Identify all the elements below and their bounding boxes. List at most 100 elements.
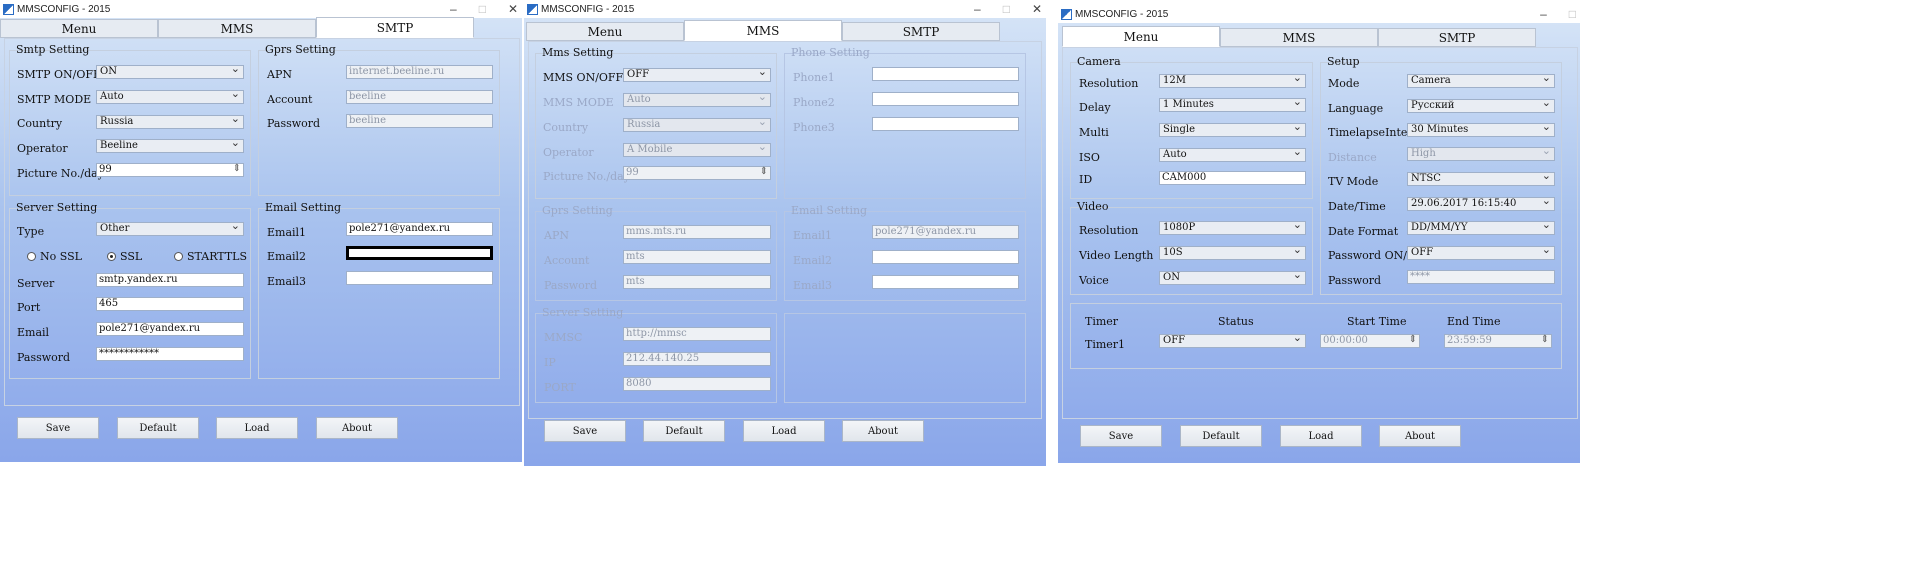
mms-mode-select[interactable]: Auto [623,93,771,107]
default-button[interactable]: Default [1180,425,1262,447]
mode-select[interactable]: Camera [1407,74,1555,88]
password-field[interactable]: ************ [96,347,244,361]
load-button[interactable]: Load [1280,425,1362,447]
email1-field[interactable]: pole271@yandex.ru [346,222,493,236]
about-button[interactable]: About [316,417,398,439]
delay-select[interactable]: 1 Minutes [1159,98,1306,112]
maximize-icon[interactable]: □ [479,2,486,16]
account-field[interactable]: beeline [346,90,493,104]
apn-field[interactable]: internet.beeline.ru [346,65,493,79]
timer1-start-stepper[interactable]: 00:00:00 [1320,334,1420,348]
picture-stepper[interactable]: 99 [96,163,244,177]
group-title: Gprs Setting [265,43,336,56]
tab-mms[interactable]: MMS [684,20,842,41]
tab-menu[interactable]: Menu [1062,26,1220,47]
tab-smtp[interactable]: SMTP [842,22,1000,41]
empty-group [784,313,1026,403]
picture-stepper[interactable]: 99 [623,166,771,180]
apn-label: APN [267,68,292,81]
load-button[interactable]: Load [743,420,825,442]
operator-select[interactable]: Beeline [96,139,244,153]
tab-smtp[interactable]: SMTP [316,17,474,38]
phone2-field[interactable] [872,92,1019,106]
tab-menu[interactable]: Menu [526,22,684,41]
starttls-radio[interactable]: STARTTLS [174,250,247,263]
video-length-select[interactable]: 10S [1159,246,1306,260]
port-field[interactable]: 465 [96,297,244,311]
email-label: Email [17,326,50,339]
tab-mms[interactable]: MMS [158,19,316,38]
minimize-icon[interactable]: – [974,2,981,16]
default-button[interactable]: Default [117,417,199,439]
close-icon[interactable]: ✕ [508,2,518,16]
timer1-end-stepper[interactable]: 23:59:59 [1444,334,1552,348]
email3-field[interactable] [346,271,493,285]
password-field[interactable]: beeline [346,114,493,128]
ip-field[interactable]: 212.44.140.25 [623,352,771,366]
save-button[interactable]: Save [17,417,99,439]
phone1-field[interactable] [872,67,1019,81]
resolution-select[interactable]: 12M [1159,74,1306,88]
close-icon[interactable]: ✕ [1032,2,1042,16]
country-select[interactable]: Russia [623,118,771,132]
radio-circle [174,252,183,261]
email1-label: Email1 [793,229,833,242]
email1-label: Email1 [267,226,307,239]
smtp-mode-select[interactable]: Auto [96,90,244,104]
gprs-setting-group: Gprs Setting APN internet.beeline.ru Acc… [258,43,500,196]
smtp-setting-group: Smtp Setting SMTP ON/OFF ON SMTP MODE Au… [9,43,251,196]
voice-select[interactable]: ON [1159,271,1306,285]
window-title: MMSCONFIG - 2015 [17,3,111,15]
email1-field[interactable]: pole271@yandex.ru [872,225,1019,239]
tab-menu[interactable]: Menu [0,19,158,38]
timelapse-select[interactable]: 30 Minutes [1407,123,1555,137]
port-field[interactable]: 8080 [623,377,771,391]
no-ssl-radio[interactable]: No SSL [27,250,82,263]
type-select[interactable]: Other [96,222,244,236]
id-field[interactable]: CAM000 [1159,171,1306,185]
tab-smtp[interactable]: SMTP [1378,28,1536,47]
app-icon [527,3,538,15]
iso-select[interactable]: Auto [1159,148,1306,162]
password-field[interactable]: **** [1407,270,1555,284]
email2-field[interactable] [346,246,493,260]
about-button[interactable]: About [842,420,924,442]
distance-select[interactable]: High [1407,147,1555,161]
password-field[interactable]: mts [623,275,771,289]
maximize-icon[interactable]: □ [1003,2,1010,16]
tv-mode-select[interactable]: NTSC [1407,172,1555,186]
language-select[interactable]: Русский [1407,99,1555,113]
country-select[interactable]: Russia [96,115,244,129]
email-field[interactable]: pole271@yandex.ru [96,322,244,336]
smtp-onoff-select[interactable]: ON [96,65,244,79]
maximize-icon[interactable]: □ [1569,7,1576,21]
multi-select[interactable]: Single [1159,123,1306,137]
operator-label: Operator [17,142,68,155]
tab-mms[interactable]: MMS [1220,28,1378,47]
group-title: Email Setting [265,201,342,214]
about-button[interactable]: About [1379,425,1461,447]
phone3-field[interactable] [872,117,1019,131]
ssl-radio[interactable]: SSL [107,250,142,263]
load-button[interactable]: Load [216,417,298,439]
server-field[interactable]: smtp.yandex.ru [96,273,244,287]
apn-field[interactable]: mms.mts.ru [623,225,771,239]
minimize-icon[interactable]: – [450,2,457,16]
video-resolution-select[interactable]: 1080P [1159,221,1306,235]
default-button[interactable]: Default [643,420,725,442]
datetime-picker[interactable]: 29.06.2017 16:15:40 [1407,197,1555,211]
mms-onoff-select[interactable]: OFF [623,68,771,82]
password-onoff-select[interactable]: OFF [1407,246,1555,260]
app-icon [3,3,14,15]
save-button[interactable]: Save [544,420,626,442]
date-format-select[interactable]: DD/MM/YY [1407,221,1555,235]
minimize-icon[interactable]: – [1540,7,1547,21]
email2-field[interactable] [872,250,1019,264]
timer1-status-select[interactable]: OFF [1159,334,1306,348]
save-button[interactable]: Save [1080,425,1162,447]
email3-field[interactable] [872,275,1019,289]
account-field[interactable]: mts [623,250,771,264]
video-group: Video Resolution 1080P Video Length 10S … [1070,200,1313,295]
mmsc-field[interactable]: http://mmsc [623,327,771,341]
operator-select[interactable]: A Mobile [623,143,771,157]
